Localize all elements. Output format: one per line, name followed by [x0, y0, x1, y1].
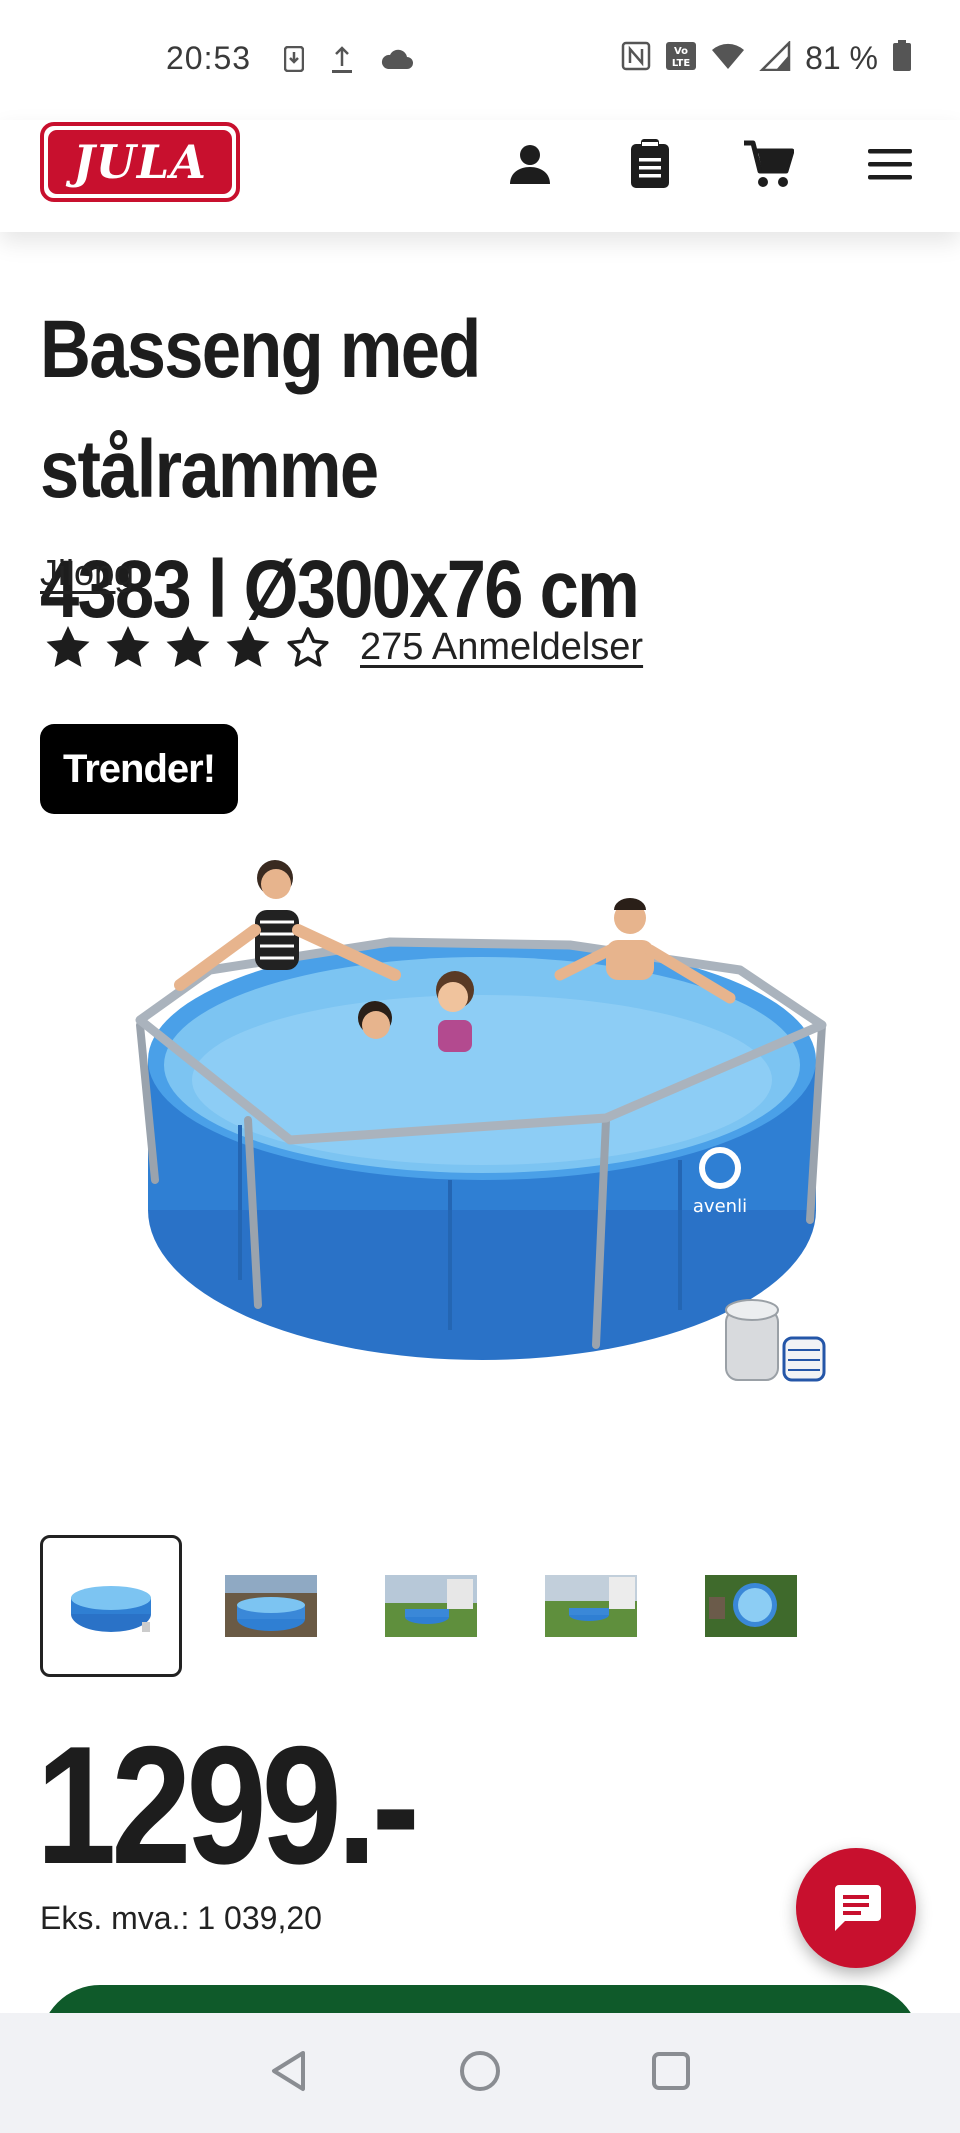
pump-accessory — [725, 1299, 826, 1382]
ex-vat-label: Eks. mva.: — [40, 1900, 190, 1936]
product-title-line1: Basseng med stålramme — [40, 304, 481, 515]
chat-icon — [835, 1885, 881, 1931]
volte-icon: Vo LTE — [665, 41, 697, 76]
logo-text: JULA — [73, 135, 207, 189]
wifi-icon — [711, 42, 745, 75]
clipboard-icon[interactable] — [620, 134, 680, 194]
cart-icon[interactable] — [738, 134, 798, 194]
image-thumbnails — [40, 1535, 920, 1677]
star-filled-icon — [226, 626, 270, 667]
product-title: Basseng med stålramme 4383 l Ø300x76 cm — [40, 290, 805, 650]
chat-button[interactable] — [796, 1848, 916, 1968]
account-icon[interactable] — [500, 134, 560, 194]
thumbnail-1[interactable] — [40, 1535, 182, 1677]
star-filled-icon — [46, 626, 90, 667]
product-rating[interactable]: 275 Anmeldelser — [44, 624, 643, 670]
back-icon[interactable] — [269, 2050, 309, 2097]
recents-icon[interactable] — [651, 2051, 691, 2096]
star-filled-icon — [166, 626, 210, 667]
trending-badge: Trender! — [40, 724, 238, 814]
product-main-image[interactable]: avenli — [120, 850, 840, 1410]
site-header: JULA — [0, 120, 960, 232]
star-filled-icon — [106, 626, 150, 667]
thumbnail-4[interactable] — [520, 1535, 662, 1677]
signal-icon — [759, 39, 791, 76]
svg-text:Vo: Vo — [674, 46, 688, 57]
pool-watermark: avenli — [693, 1196, 747, 1217]
thumbnail-5[interactable] — [680, 1535, 822, 1677]
star-half-icon — [287, 627, 329, 667]
ex-vat-value: 1 039,20 — [197, 1900, 322, 1936]
cloud-icon — [380, 48, 414, 75]
status-left-icons — [283, 44, 414, 79]
logo-badge: JULA — [48, 130, 232, 194]
home-icon[interactable] — [459, 2050, 501, 2097]
download-icon — [283, 45, 305, 77]
product-price: 1299.- — [36, 1711, 420, 1899]
status-right: Vo LTE 81 % — [621, 39, 912, 77]
battery-icon — [892, 40, 912, 77]
rating-stars — [44, 624, 332, 670]
reviews-link[interactable]: 275 Anmeldelser — [360, 626, 643, 669]
price-ex-vat: Eks. mva.: 1 039,20 — [40, 1900, 322, 1937]
svg-text:LTE: LTE — [672, 58, 691, 69]
brand-link[interactable]: Jilong — [40, 552, 134, 594]
upload-icon — [330, 44, 354, 79]
menu-icon[interactable] — [860, 134, 920, 194]
thumbnail-3[interactable] — [360, 1535, 502, 1677]
nfc-icon — [621, 41, 651, 76]
status-time: 20:53 — [166, 40, 252, 76]
jula-logo[interactable]: JULA — [40, 122, 240, 202]
battery-percent: 81 % — [805, 40, 878, 76]
status-bar: 20:53 Vo LTE 81 % — [0, 0, 960, 120]
thumbnail-2[interactable] — [200, 1535, 342, 1677]
system-nav-bar — [0, 2013, 960, 2133]
